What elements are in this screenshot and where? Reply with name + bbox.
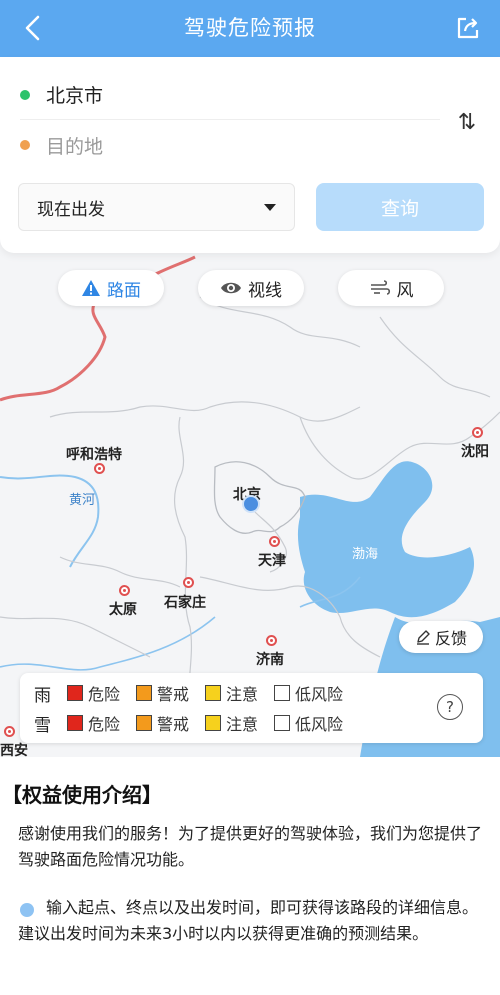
- legend-row-snow: 雪 危险 警戒 注意 低风险: [34, 708, 359, 738]
- swap-route-button[interactable]: ⇅: [452, 107, 482, 137]
- legend-item-label: 警戒: [157, 715, 190, 734]
- legend-swatch: [274, 715, 291, 731]
- feedback-label: 反馈: [434, 629, 467, 648]
- legend-item-label: 低风险: [295, 685, 344, 704]
- tab-wind[interactable]: 风: [338, 270, 444, 306]
- legend-swatch: [136, 685, 153, 701]
- city-label-taiyuan: 太原: [109, 602, 137, 618]
- legend-item-label: 注意: [226, 685, 259, 704]
- destination-field[interactable]: 目的地: [20, 120, 440, 170]
- benefits-intro-section: 【权益使用介绍】 感谢使用我们的服务！为了提供更好的驾驶体验，我们为您提供了驾驶…: [0, 757, 500, 995]
- layer-tabs: 路面 视线 风: [0, 270, 500, 306]
- city-marker-shenyang[interactable]: [472, 427, 483, 438]
- depart-time-select[interactable]: 现在出发: [18, 183, 295, 231]
- route-input-card: 北京市 目的地 ⇅ 现在出发 查询: [0, 57, 500, 253]
- city-marker-shijiazhuang[interactable]: [183, 577, 194, 588]
- legend-row-label: 雨: [34, 685, 51, 706]
- legend-item-label: 警戒: [157, 685, 190, 704]
- eye-icon: [220, 280, 242, 296]
- city-marker-jinan[interactable]: [266, 635, 277, 646]
- risk-legend: 雨 危险 警戒 注意 低风险 雪 危险 警戒 注意 低风险 ?: [20, 673, 483, 743]
- depart-time-value: 现在出发: [37, 199, 105, 220]
- legend-item: 警戒: [136, 681, 189, 705]
- current-location-marker: [242, 495, 260, 513]
- legend-row-label: 雪: [34, 715, 51, 736]
- section-title: 【权益使用介绍】: [2, 783, 162, 807]
- city-label-shijiazhuang: 石家庄: [164, 595, 206, 611]
- query-button[interactable]: 查询: [316, 183, 484, 231]
- legend-swatch: [136, 715, 153, 731]
- city-label-hohhot: 呼和浩特: [66, 447, 122, 463]
- caret-down-icon: [264, 203, 276, 211]
- legend-item: 注意: [205, 681, 258, 705]
- destination-dot-icon: [20, 140, 30, 150]
- intro-paragraph: 感谢使用我们的服务！为了提供更好的驾驶体验，我们为您提供了驾驶路面危险情况功能。: [18, 824, 483, 869]
- help-button[interactable]: ?: [437, 694, 463, 720]
- legend-item-label: 危险: [88, 685, 121, 704]
- city-marker-xian[interactable]: [4, 726, 15, 737]
- top-bar: 驾驶危险预报: [0, 0, 500, 57]
- legend-item: 警戒: [136, 711, 189, 735]
- origin-value: 北京市: [46, 85, 104, 107]
- city-label-xian: 西安: [0, 743, 28, 757]
- wind-icon: [369, 280, 391, 296]
- legend-item: 危险: [67, 711, 120, 735]
- legend-item: 低风险: [274, 681, 343, 705]
- river-label-yellow-river: 黄河: [69, 493, 96, 508]
- legend-item: 注意: [205, 711, 258, 735]
- city-marker-hohhot[interactable]: [94, 463, 105, 474]
- city-label-jinan: 济南: [256, 652, 284, 668]
- legend-item: 低风险: [274, 711, 343, 735]
- tab-visibility-label: 视线: [248, 280, 282, 301]
- city-marker-taiyuan[interactable]: [119, 585, 130, 596]
- legend-swatch: [67, 685, 83, 701]
- share-icon: [457, 17, 479, 39]
- share-button[interactable]: [452, 12, 484, 44]
- legend-item-label: 低风险: [295, 715, 344, 734]
- legend-item-label: 危险: [88, 715, 121, 734]
- tab-road-surface-label: 路面: [107, 280, 141, 301]
- legend-swatch: [274, 685, 291, 701]
- legend-swatch: [205, 715, 222, 731]
- legend-item-label: 注意: [226, 715, 259, 734]
- origin-field[interactable]: 北京市: [20, 70, 440, 120]
- legend-row-rain: 雨 危险 警戒 注意 低风险: [34, 678, 359, 708]
- city-marker-tianjin[interactable]: [269, 536, 280, 547]
- sea-label-bohai: 渤海: [352, 547, 379, 562]
- tab-visibility[interactable]: 视线: [198, 270, 304, 306]
- city-label-shenyang: 沈阳: [461, 444, 489, 460]
- warning-road-icon: [81, 279, 101, 297]
- tab-road-surface[interactable]: 路面: [58, 270, 164, 306]
- swap-icon: ⇅: [457, 109, 477, 135]
- instruction-paragraph: 输入起点、终点以及出发时间，即可获得该路段的详细信息。建议出发时间为未来3小时以…: [18, 898, 479, 943]
- origin-dot-icon: [20, 89, 30, 100]
- city-label-tianjin: 天津: [258, 553, 286, 569]
- question-icon: ?: [446, 698, 454, 716]
- destination-placeholder: 目的地: [46, 135, 104, 158]
- tab-wind-label: 风: [396, 280, 414, 301]
- legend-swatch: [67, 715, 83, 731]
- page-title: 驾驶危险预报: [184, 16, 316, 40]
- legend-swatch: [205, 685, 222, 701]
- feedback-button[interactable]: 反馈: [399, 621, 483, 653]
- legend-item: 危险: [67, 681, 120, 705]
- pencil-icon: [415, 629, 431, 645]
